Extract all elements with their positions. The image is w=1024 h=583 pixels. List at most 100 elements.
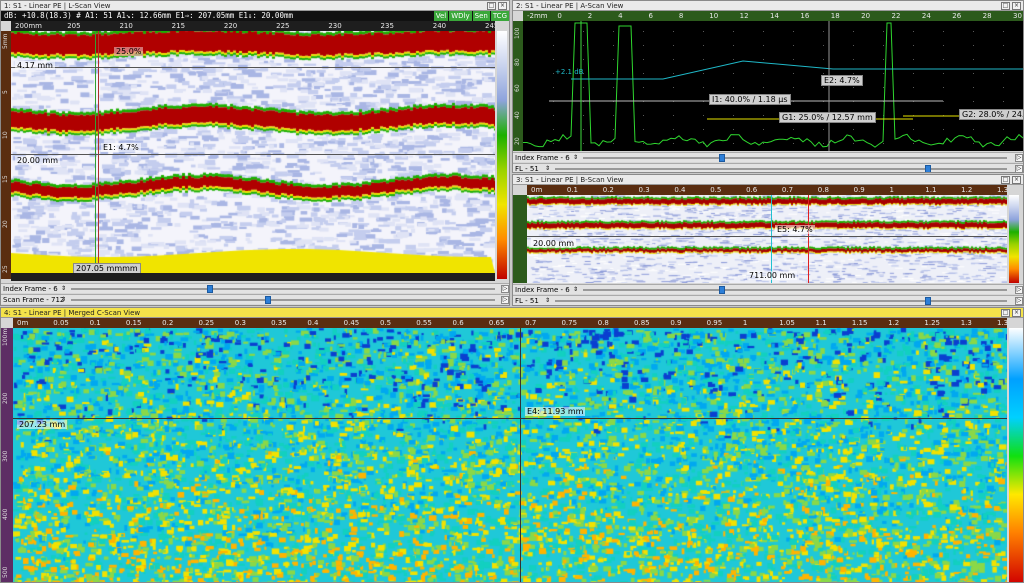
bscan-plot[interactable]: E5: 4.7% 20.00 mm 711.00 mm (527, 195, 1007, 283)
ascan-index-frame-slider[interactable]: Index Frame - 6 ⇕ ▷ (513, 152, 1023, 163)
cscan-titlebar[interactable]: 4: S1 - Linear PE | Merged C-Scan View □… (1, 308, 1023, 318)
bscan-index-play-icon[interactable]: ▷ (1015, 286, 1023, 294)
close-icon[interactable]: × (1012, 176, 1021, 184)
close-icon[interactable]: × (1012, 2, 1021, 10)
bscan-index-thumb[interactable] (719, 286, 725, 294)
wdly-button[interactable]: WDly (448, 11, 472, 21)
ascan-titlebar[interactable]: 2: S1 - Linear PE | A-Scan View □ × (513, 1, 1023, 11)
lscan-plot[interactable]: 25.0% 4.17 mm E1: 4.7% 20.00 mm 207.05 m… (11, 31, 495, 273)
vel-button[interactable]: Vel (432, 11, 449, 21)
cscan-top-tick-label: 1.1 (815, 319, 827, 327)
maximize-icon[interactable]: □ (1001, 2, 1010, 10)
bscan-index-track[interactable] (583, 289, 1007, 291)
cscan-top-tick-label: 0.3 (234, 319, 246, 327)
lscan-cursor-depth-b[interactable] (11, 154, 495, 155)
ascan-top-tick-label: -2mm (527, 12, 548, 20)
close-icon[interactable]: × (1012, 309, 1021, 317)
ascan-fl-track[interactable] (555, 168, 1007, 170)
cscan-top-tick-label: 0.9 (670, 319, 682, 327)
lscan-scan-thumb[interactable] (265, 296, 271, 304)
ascan-grid-dot (733, 115, 734, 116)
cscan-cursor-index[interactable] (520, 328, 521, 582)
ascan-plot[interactable]: +2.1 dB E2: 4.7% I1: 40.0% / 1.18 µs G1:… (523, 21, 1023, 151)
bscan-colorbar[interactable] (1009, 195, 1019, 283)
cscan-plot[interactable]: E4: 11.93 mm 207.23 mm (13, 328, 1007, 582)
bscan-index-spin-icon[interactable]: ⇕ (573, 285, 578, 295)
lscan-left-ruler[interactable]: 5mm 5 10 15 20 25 (1, 31, 11, 279)
lscan-titlebar[interactable]: 1: S1 - Linear PE | L-Scan View □ × (1, 1, 509, 11)
ascan-grid-dot (583, 59, 584, 60)
tcg-button[interactable]: TCG (489, 11, 509, 21)
bscan-top-ruler[interactable]: 0m 0.1 0.2 0.3 0.4 0.5 0.6 0.7 0.8 0.9 1 1.1 1.2 1.3 (527, 185, 1007, 195)
cscan-top-tick-label: 0.25 (198, 319, 215, 327)
lscan-index-track[interactable] (71, 288, 495, 290)
ascan-index-frame-label: Index Frame - 6 (515, 154, 570, 162)
ascan-grid-dot (733, 31, 734, 32)
cscan-left-tick-label: 300 (2, 450, 9, 462)
ascan-grid-dot (763, 73, 764, 74)
ascan-grid-dot (763, 115, 764, 116)
ascan-top-tick-label: 28 (982, 12, 992, 20)
ascan-grid-dot (763, 45, 764, 46)
lscan-scan-spin-icon[interactable]: ⇕ (61, 295, 66, 305)
cscan-top-tick-label: 1 (742, 319, 748, 327)
lscan-index-spin-icon[interactable]: ⇕ (61, 284, 66, 294)
sen-button[interactable]: Sen (471, 11, 490, 21)
cscan-left-ruler[interactable]: 100mm 200 300 400 500 (1, 328, 13, 582)
ascan-top-ruler[interactable]: -2mm 0 2 4 6 8 10 12 14 16 18 20 22 24 26 28 30 (523, 11, 1023, 21)
bscan-fl-thumb[interactable] (925, 297, 931, 305)
lscan-colorbar[interactable] (497, 31, 507, 279)
ascan-fl-slider[interactable]: FL - 51 ⇕ ▷ (513, 163, 1023, 172)
ascan-grid-dot (973, 31, 974, 32)
ascan-top-tick-label: 14 (770, 12, 779, 20)
bscan-titlebar[interactable]: 3: S1 - Linear PE | B-Scan View □ × (513, 175, 1023, 185)
lscan-cursor-depth-a[interactable] (11, 67, 495, 68)
lscan-index-frame-slider[interactable]: Index Frame - 6 ⇕ ▷ (1, 283, 509, 294)
ascan-index-spin-icon[interactable]: ⇕ (573, 153, 578, 163)
cscan-top-tick-label: 0.7 (525, 319, 537, 327)
ascan-index-play-icon[interactable]: ▷ (1015, 154, 1023, 162)
maximize-icon[interactable]: □ (487, 2, 496, 10)
lscan-index-thumb[interactable] (207, 285, 213, 293)
lscan-top-ruler[interactable]: 200mm 205 210 215 220 225 230 235 240 245 (11, 21, 495, 31)
ascan-index-thumb[interactable] (719, 154, 725, 162)
bscan-depth: 20.00 mm (531, 239, 577, 248)
lscan-scan-track[interactable] (71, 299, 495, 301)
ascan-grid-dot (553, 143, 554, 144)
ascan-index-track[interactable] (583, 157, 1007, 159)
lscan-scan-frame-slider[interactable]: Scan Frame - 712 ⇕ ▷ (1, 294, 509, 305)
lscan-index-play-icon[interactable]: ▷ (501, 285, 509, 293)
bscan-fl-spin-icon[interactable]: ⇕ (545, 296, 550, 305)
bscan-fl-play-icon[interactable]: ▷ (1015, 297, 1023, 305)
bscan-top-tick-label: 0.3 (638, 186, 650, 194)
ascan-left-ruler[interactable]: 100 80 60 40 20 (513, 21, 523, 151)
ascan-grid-dot (883, 59, 884, 60)
bscan-cursor-depth[interactable] (527, 236, 1007, 237)
ascan-grid-dot (883, 31, 884, 32)
ascan-fl-spin-icon[interactable]: ⇕ (545, 164, 550, 172)
ascan-grid-dot (673, 59, 674, 60)
lscan-depth-a: 4.17 mm (15, 61, 55, 70)
ascan-grid-dot (613, 45, 614, 46)
maximize-icon[interactable]: □ (1001, 309, 1010, 317)
bscan-index-frame-slider[interactable]: Index Frame - 6 ⇕ ▷ (513, 284, 1023, 295)
cscan-cursor-scan[interactable] (13, 418, 1007, 419)
ascan-fl-play-icon[interactable]: ▷ (1015, 165, 1023, 172)
bscan-fl-slider[interactable]: FL - 51 ⇕ ▷ (513, 295, 1023, 305)
lscan-scan-play-icon[interactable]: ▷ (501, 296, 509, 304)
ascan-fl-thumb[interactable] (925, 165, 931, 172)
close-icon[interactable]: × (498, 2, 507, 10)
bscan-left-ruler[interactable] (513, 195, 527, 283)
ascan-grid-dot (1003, 59, 1004, 60)
cscan-title: 4: S1 - Linear PE | Merged C-Scan View (4, 309, 141, 317)
bscan-fl-track[interactable] (555, 300, 1007, 302)
cscan-index-pos: 207.23 mm (17, 420, 68, 429)
maximize-icon[interactable]: □ (1001, 176, 1010, 184)
cscan-top-ruler[interactable]: 0m 0.05 0.1 0.15 0.2 0.25 0.3 0.35 0.4 0.45 0.5 0.5… (13, 318, 1007, 328)
cscan-colorbar[interactable] (1009, 328, 1023, 582)
cscan-image (13, 328, 1007, 582)
bscan-cursor-red[interactable] (808, 195, 809, 283)
ascan-grid-dot (973, 143, 974, 144)
bscan-scan-pos: 711.00 mm (747, 271, 798, 280)
bscan-cursor-cyan[interactable] (771, 195, 772, 283)
